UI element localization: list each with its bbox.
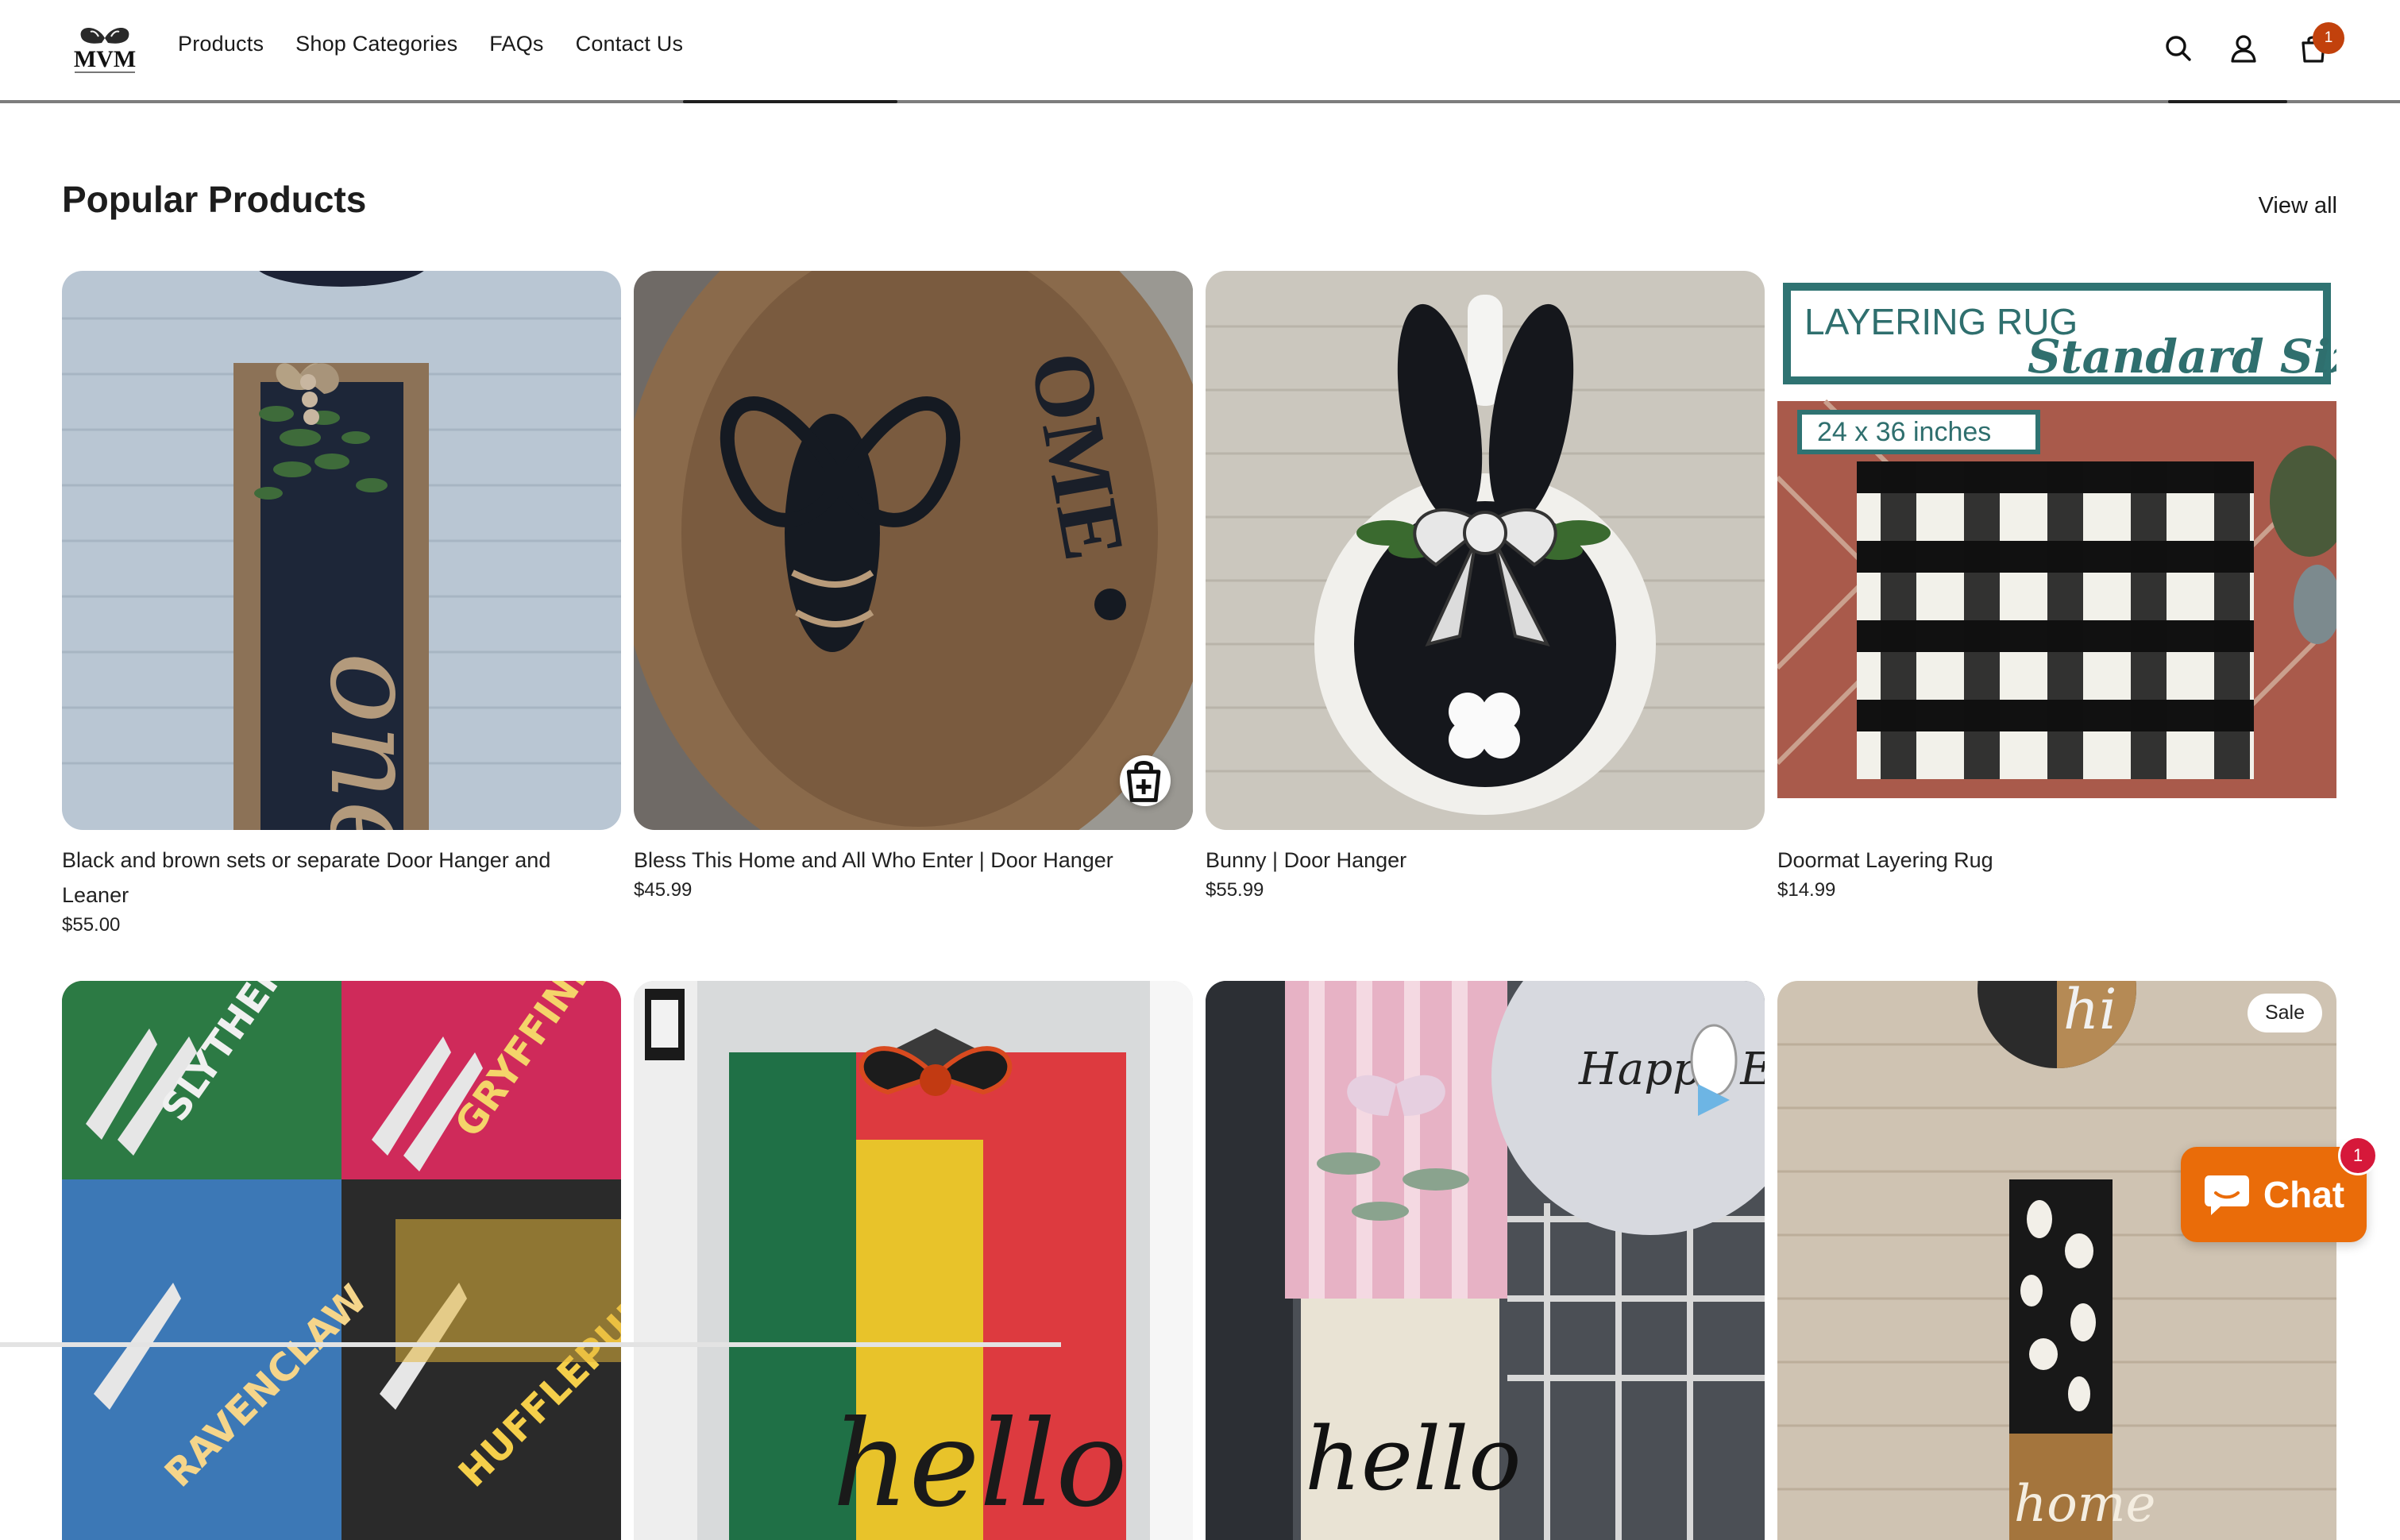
nav-products[interactable]: Products <box>178 32 264 56</box>
product-card[interactable]: OME Bless This Home and All Who Enter | … <box>634 271 1193 901</box>
product-image[interactable]: LAYERING RUG Standard Size 24 x 36 inche… <box>1777 271 2336 830</box>
view-all-link[interactable]: View all <box>2259 193 2337 219</box>
product-image[interactable]: hello <box>634 981 1193 1540</box>
product-price: $55.99 <box>1206 879 1264 901</box>
chat-bubble-icon <box>2204 1175 2249 1215</box>
nav-shop-categories[interactable]: Shop Categories <box>295 32 457 56</box>
quick-add-button[interactable] <box>1120 755 1171 806</box>
chat-label: Chat <box>2263 1174 2345 1215</box>
sign-word: hello <box>1305 1408 1522 1510</box>
bottom-panel-edge <box>0 1342 1061 1347</box>
product-title[interactable]: Bless This Home and All Who Enter | Door… <box>634 843 1193 878</box>
product-card[interactable]: hello <box>634 981 1193 1540</box>
site-header: MVM Products Shop Categories FAQs Contac… <box>0 0 2400 103</box>
product-image[interactable]: one <box>62 271 621 830</box>
product-title[interactable]: Doormat Layering Rug <box>1777 843 2336 878</box>
search-icon[interactable] <box>2162 32 2195 65</box>
rug-banner-subtitle: Standard Size <box>2028 330 2336 384</box>
product-card[interactable]: SLYTHERIN GRYFFINDOR RAVENCLAW HUFFLEPUF… <box>62 981 621 1540</box>
logo-text: MVM <box>74 46 136 72</box>
main-nav: Products Shop Categories FAQs Contact Us <box>178 32 683 56</box>
product-image[interactable]: SLYTHERIN GRYFFINDOR RAVENCLAW HUFFLEPUF… <box>62 981 621 1540</box>
nav-faqs[interactable]: FAQs <box>489 32 543 56</box>
sign-word: hi <box>2063 981 2116 1042</box>
cart-count-badge: 1 <box>2313 22 2344 54</box>
sign-word: one <box>303 652 442 830</box>
product-card[interactable]: hello Happy Easter <box>1206 981 1765 1540</box>
product-price: $55.00 <box>62 914 121 936</box>
section-title: Popular Products <box>62 179 367 220</box>
product-image[interactable]: hello Happy Easter <box>1206 981 1765 1540</box>
product-image[interactable] <box>1206 271 1765 830</box>
banner-edge <box>2168 100 2287 103</box>
product-image[interactable]: OME <box>634 271 1193 830</box>
store-logo[interactable]: MVM <box>67 22 143 78</box>
banner-edge <box>683 100 897 103</box>
product-card[interactable]: one Black and brown sets or separate Doo… <box>62 271 621 936</box>
account-icon[interactable] <box>2227 32 2260 65</box>
nav-contact-us[interactable]: Contact Us <box>576 32 684 56</box>
product-price: $45.99 <box>634 879 693 901</box>
sign-word: hello <box>832 1395 1128 1534</box>
chat-unread-badge: 1 <box>2338 1136 2378 1175</box>
product-price: $14.99 <box>1777 879 1836 901</box>
sign-word: Happy Easter <box>1578 1044 1765 1095</box>
product-image[interactable]: hi home Sale <box>1777 981 2336 1540</box>
product-title[interactable]: Black and brown sets or separate Door Ha… <box>62 843 621 913</box>
sign-word: home <box>2014 1475 2155 1534</box>
product-title[interactable]: Bunny | Door Hanger <box>1206 843 1765 878</box>
rug-size-label: 24 x 36 inches <box>1817 417 1991 447</box>
product-card[interactable]: hi home Sale <box>1777 981 2336 1540</box>
add-to-cart-icon <box>1126 760 1161 802</box>
product-card[interactable]: LAYERING RUG Standard Size 24 x 36 inche… <box>1777 271 2336 901</box>
sale-badge: Sale <box>2247 994 2322 1032</box>
product-card[interactable]: Bunny | Door Hanger $55.99 <box>1206 271 1765 901</box>
